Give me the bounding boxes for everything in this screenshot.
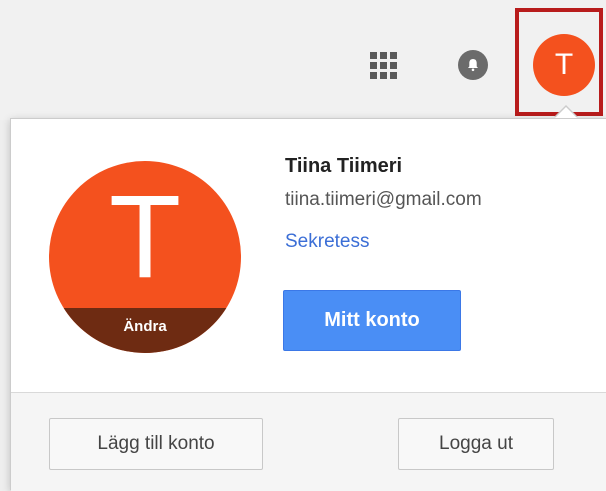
apps-grid-icon bbox=[369, 51, 397, 79]
bell-icon bbox=[458, 50, 488, 80]
profile-avatar-initial: T bbox=[108, 171, 182, 303]
sign-out-button[interactable]: Logga ut bbox=[398, 418, 554, 470]
my-account-button[interactable]: Mitt konto bbox=[283, 290, 461, 351]
user-name: Tiina Tiimeri bbox=[285, 155, 403, 177]
privacy-link[interactable]: Sekretess bbox=[285, 231, 369, 253]
user-email: tiina.tiimeri@gmail.com bbox=[285, 189, 482, 210]
change-photo-button[interactable]: Ändra bbox=[49, 308, 241, 353]
top-bar: T bbox=[0, 0, 606, 120]
notifications-button[interactable] bbox=[456, 48, 490, 82]
popup-footer: Lägg till konto Logga ut bbox=[11, 392, 606, 491]
popup-caret-fill bbox=[555, 107, 577, 118]
add-account-button[interactable]: Lägg till konto bbox=[49, 418, 263, 470]
apps-button[interactable] bbox=[363, 45, 403, 85]
account-popup: T Ändra Tiina Tiimeri tiina.tiimeri@gmai… bbox=[10, 118, 606, 491]
highlight-box bbox=[515, 8, 603, 116]
profile-avatar[interactable]: T Ändra bbox=[49, 161, 241, 353]
